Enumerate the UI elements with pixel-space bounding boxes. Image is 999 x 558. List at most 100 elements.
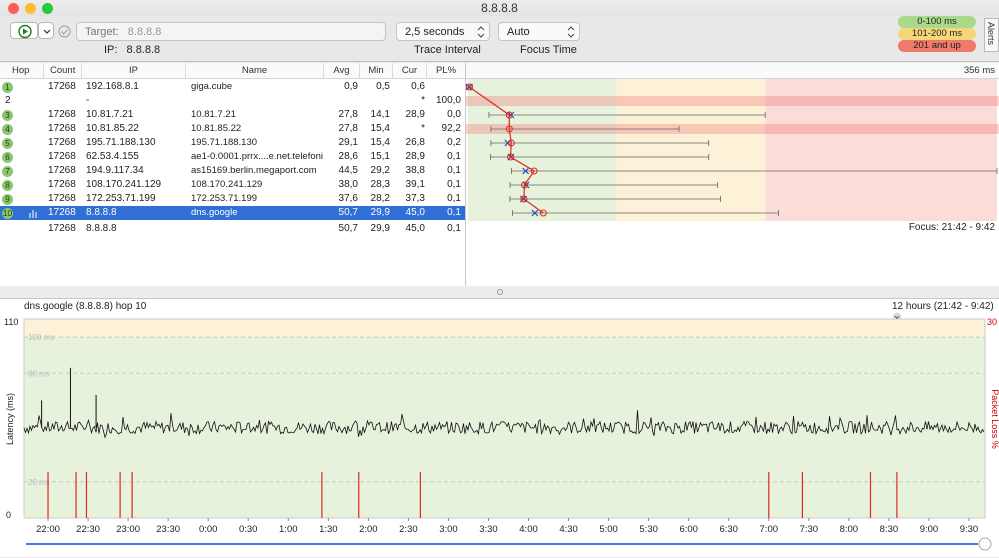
- hop-number: 1: [2, 82, 13, 93]
- cur-cell: 28,9: [405, 109, 425, 120]
- pl-cell: 0,1: [447, 207, 461, 218]
- min-cell: 15,4: [370, 123, 390, 134]
- count-cell: 17268: [48, 207, 76, 218]
- y-right-axis-label: Packet Loss %: [990, 389, 999, 449]
- ip-cell: 10.81.7.21: [86, 109, 134, 120]
- y-right-max: 30: [987, 317, 997, 327]
- cur-cell: 26,8: [405, 137, 425, 148]
- count-cell: 17268: [48, 179, 76, 190]
- summary-cur: 45,0: [405, 223, 425, 234]
- x-tick-label: 2:00: [359, 524, 378, 535]
- legend-green: 0-100 ms: [898, 16, 976, 28]
- hop-number: 4: [2, 124, 13, 135]
- x-tick-label: 2:30: [399, 524, 418, 535]
- cur-cell: 37,3: [405, 193, 425, 204]
- pl-cell: 100,0: [435, 95, 461, 106]
- start-trace-button[interactable]: [10, 22, 38, 39]
- hop-number: 3: [2, 110, 13, 121]
- updown-chevron-icon: [477, 26, 485, 38]
- x-tick-label: 1:30: [319, 524, 338, 535]
- x-tick-label: 0:00: [199, 524, 218, 535]
- table-row[interactable]: 8 17268 108.170.241.129 108.170.241.129 38,0…: [0, 178, 465, 192]
- min-cell: 15,1: [370, 151, 390, 162]
- avg-cell: 38,0: [338, 179, 358, 190]
- x-tick-label: 3:30: [479, 524, 498, 535]
- count-cell: 17268: [48, 193, 76, 204]
- min-cell: 15,4: [370, 137, 390, 148]
- table-row[interactable]: 4 17268 10.81.85.22 10.81.85.22 27,8 15,4 * 92,…: [0, 122, 465, 136]
- trace-interval-select[interactable]: 2,5 seconds: [396, 22, 490, 41]
- cur-cell: 0,6: [411, 81, 425, 92]
- x-tick-label: 7:00: [760, 524, 779, 535]
- x-tick-label: 8:00: [840, 524, 859, 535]
- col-min[interactable]: Min: [360, 63, 393, 79]
- table-row[interactable]: 2 - * 100,0: [0, 94, 465, 108]
- min-cell: 29,2: [370, 165, 390, 176]
- avg-cell: 28,6: [338, 151, 358, 162]
- x-tick-label: 0:30: [239, 524, 258, 535]
- summary-count: 17268: [48, 223, 76, 234]
- hop-number: 7: [2, 166, 13, 177]
- pane-splitter[interactable]: [0, 286, 999, 298]
- avg-cell: 50,7: [338, 207, 358, 218]
- trace-options-dropdown[interactable]: [38, 22, 54, 39]
- history-panel: dns.google (8.8.8.8) hop 10 12 hours (21…: [0, 298, 999, 557]
- col-ip[interactable]: IP: [82, 63, 186, 79]
- ip-cell: 108.170.241.129: [86, 179, 162, 190]
- table-row[interactable]: 3 17268 10.81.7.21 10.81.7.21 27,8 14,1 28,9 0,…: [0, 108, 465, 122]
- x-tick-label: 9:30: [960, 524, 979, 535]
- table-row[interactable]: 1 17268 192.168.8.1 giga.cube 0,9 0,5 0,6: [0, 80, 465, 94]
- legend-yellow: 101-200 ms: [898, 28, 976, 40]
- pl-cell: 92,2: [441, 123, 461, 134]
- y-left-max: 110: [4, 317, 18, 327]
- x-tick-label: 5:00: [599, 524, 618, 535]
- focus-time-select[interactable]: Auto: [498, 22, 580, 41]
- name-cell: 172.253.71.199: [191, 193, 258, 204]
- avg-cell: 0,9: [344, 81, 358, 92]
- focus-time-value: Auto: [507, 26, 530, 38]
- target-label: Target:: [85, 26, 119, 38]
- check-circle-icon[interactable]: [58, 25, 71, 38]
- avg-cell: 29,1: [338, 137, 358, 148]
- time-slider-knob[interactable]: [978, 537, 992, 551]
- ip-value: 8.8.8.8: [126, 44, 161, 56]
- count-cell: 17268: [48, 137, 76, 148]
- x-tick-label: 7:30: [800, 524, 819, 535]
- summary-row: 17268 8.8.8.8 50,7 29,9 45,0 0,1: [0, 222, 465, 236]
- col-avg[interactable]: Avg: [324, 63, 360, 79]
- zoom-window-button[interactable]: [42, 3, 53, 14]
- pl-cell: 0,1: [447, 179, 461, 190]
- focus-label: Focus: 21:42 - 9:42: [908, 222, 995, 233]
- alerts-tab[interactable]: Alerts: [984, 18, 999, 52]
- table-row[interactable]: 5 17268 195.71.188.130 195.71.188.130 29,1 15…: [0, 136, 465, 150]
- name-cell: 10.81.85.22: [191, 123, 242, 134]
- ip-cell: 195.71.188.130: [86, 137, 156, 148]
- hop-number: 10: [2, 208, 13, 219]
- hop-number: 8: [2, 180, 13, 191]
- col-cur[interactable]: Cur: [393, 63, 427, 79]
- hop-graph-svg: [466, 79, 999, 221]
- pl-cell: 0,2: [447, 137, 461, 148]
- table-row[interactable]: 10 17268 8.8.8.8 dns.google 50,7 29,9 45,0 0,1: [0, 206, 465, 220]
- title-bar: 8.8.8.8: [0, 0, 999, 16]
- close-window-button[interactable]: [8, 3, 19, 14]
- gridline-label: 20 ms: [28, 478, 50, 487]
- table-row[interactable]: 6 17268 62.53.4.155 ae1-0.0001.prrx....e.ne…: [0, 150, 465, 164]
- col-count[interactable]: Count: [44, 63, 82, 79]
- hop-number: 9: [2, 194, 13, 205]
- table-row[interactable]: 7 17268 194.9.117.34 as15169.berlin.megapor…: [0, 164, 465, 178]
- name-cell: ae1-0.0001.prrx....e.net.telefonica.de: [191, 151, 323, 162]
- summary-pl: 0,1: [447, 223, 461, 234]
- table-row[interactable]: 9 17268 172.253.71.199 172.253.71.199 37,6 28…: [0, 192, 465, 206]
- gridline-label: 100 ms: [28, 333, 54, 342]
- col-hop[interactable]: Hop: [0, 63, 44, 79]
- minimize-window-button[interactable]: [25, 3, 36, 14]
- col-name[interactable]: Name: [186, 63, 324, 79]
- col-pl[interactable]: PL%: [427, 63, 465, 79]
- min-cell: 14,1: [370, 109, 390, 120]
- ip-cell: 10.81.85.22: [86, 123, 139, 134]
- target-field[interactable]: Target: 8.8.8.8: [76, 22, 386, 41]
- table-header: Hop Count IP Name Avg Min Cur PL%: [0, 63, 465, 79]
- toolbar: Target: 8.8.8.8 IP: 8.8.8.8 2,5 seconds …: [0, 16, 999, 62]
- chevron-down-icon: [43, 29, 51, 34]
